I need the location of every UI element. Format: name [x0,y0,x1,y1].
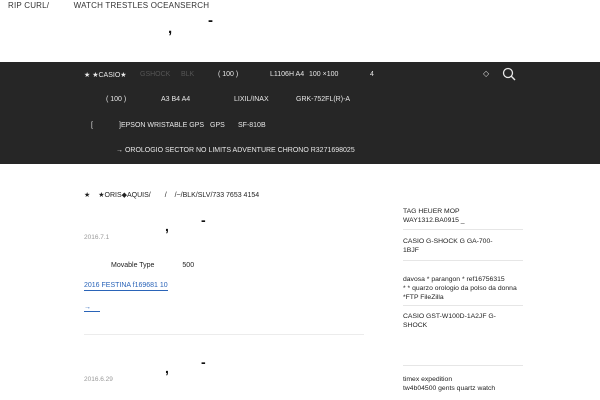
sidebar-item-davosa-line-2: * * quarzo orologio da polso da donna [403,285,517,292]
breadcrumb-star: ★ [84,192,91,199]
sidebar-item-casio-ga700-line-2: 1BJF [403,247,419,254]
nav-item-casio[interactable]: ★ ★CASIO★ [84,71,127,79]
nav-item-gps[interactable]: GPS [210,122,225,129]
post-1-festina-link[interactable]: 2016 FESTINA f169681 10 [84,282,168,291]
post-1-body-500: 500 [182,262,195,269]
nav-item-orologio[interactable]: → OROLOGIO SECTOR NO LIMITS ADVENTURE CH… [116,147,355,154]
breadcrumb-current: /~/BLK/SLV/733 7653 4154 [174,192,260,199]
nav-item-grk[interactable]: GRK-752FL(R)-A [296,96,350,103]
top-links: RIP CURL/ WATCH TRESTLES OCEANSERCH [8,1,231,10]
sidebar-item-davosa-line-3: *FTP FileZilla [403,294,444,301]
nav-item-blk[interactable]: BLK [181,71,194,78]
nav-item-qty[interactable]: 100 ×100 [309,71,338,78]
nav-item-paren-2[interactable]: ( 100 ) [106,96,126,103]
sidebar-divider [403,260,523,261]
search-icon[interactable] [502,67,516,81]
nav-item-bracket[interactable]: [ [91,122,93,129]
post-1-title-comma: , [165,218,169,234]
post-1-title[interactable]: , - [165,212,206,234]
sidebar-item-timex-line-1: timex expedition [403,376,453,383]
sidebar-item-casio-gst-line-2: SHOCK [403,322,428,329]
sidebar-item-casio-ga700-line-1: CASIO G-SHOCK G GA-700- [403,238,493,245]
site-title[interactable]: , - [168,12,213,37]
sidebar-divider [403,365,523,366]
nav-item-paren[interactable]: ( 100 ) [218,71,238,78]
nav-item-num[interactable]: 4 [370,71,374,78]
breadcrumb: ★ ★ORIS◆AQUIS/ / /~/BLK/SLV/733 7653 415… [84,191,265,199]
site-title-dash: - [208,12,214,29]
nav-item-l1106h[interactable]: L1106H A4 [270,71,304,78]
sidebar-divider [403,305,523,306]
sidebar-item-timex[interactable]: timex expedition tw4b04500 gents quartz … [403,375,523,393]
post-divider [84,334,364,335]
nav-item-gshock[interactable]: GSHOCK [140,71,170,78]
post-1-title-dash: - [201,212,206,228]
post-1-more-link[interactable]: → [84,304,100,312]
nav-item-lixil[interactable]: LIXIL/INAX [234,96,269,103]
post-1-date: 2016.7.1 [84,234,110,241]
post-2-title-comma: , [165,360,169,376]
sidebar-item-tagheuer-line-2: WAY1312.BA0915 _ [403,217,465,224]
sidebar-item-casio-gst[interactable]: CASIO GST-W100D-1A2JF G- SHOCK [403,312,523,330]
nav-item-sf810b[interactable]: SF-810B [238,122,266,129]
diamond-icon[interactable]: ◇ [483,69,489,78]
top-link-ripcurl[interactable]: RIP CURL/ [8,1,49,10]
sidebar-item-davosa-line-1: davosa * parangon * ref16756315 [403,276,505,283]
nav-item-paper[interactable]: A3 B4 A4 [161,96,190,103]
sidebar-item-casio-ga700[interactable]: CASIO G-SHOCK G GA-700- 1BJF [403,237,523,255]
breadcrumb-sep: / [164,192,167,199]
site-title-comma: , [168,20,174,37]
post-2-date: 2016.6.29 [84,376,113,383]
post-1-body: Movable Type 500 [111,262,194,269]
main-nav: ★ ★CASIO★ GSHOCK BLK ( 100 ) L1106H A4 1… [0,62,600,164]
sidebar-item-tagheuer-line-1: TAG HEUER MOP [403,208,460,215]
sidebar-item-tagheuer[interactable]: TAG HEUER MOP WAY1312.BA0915 _ [403,207,523,225]
nav-item-epson[interactable]: ]EPSON WRISTABLE GPS [119,122,204,129]
sidebar-item-casio-gst-line-1: CASIO GST-W100D-1A2JF G- [403,313,496,320]
sidebar-item-timex-line-2: tw4b04500 gents quartz watch [403,385,496,392]
sidebar-item-davosa[interactable]: davosa * parangon * ref16756315 * * quar… [403,275,523,302]
sidebar-divider [403,229,523,230]
post-2-title[interactable]: , - [165,354,206,376]
breadcrumb-oris[interactable]: ★ORIS◆AQUIS/ [98,192,151,199]
post-1-body-movable: Movable Type [111,262,155,269]
top-link-trestles[interactable]: WATCH TRESTLES OCEANSERCH [74,1,210,10]
post-2-title-dash: - [201,354,206,370]
